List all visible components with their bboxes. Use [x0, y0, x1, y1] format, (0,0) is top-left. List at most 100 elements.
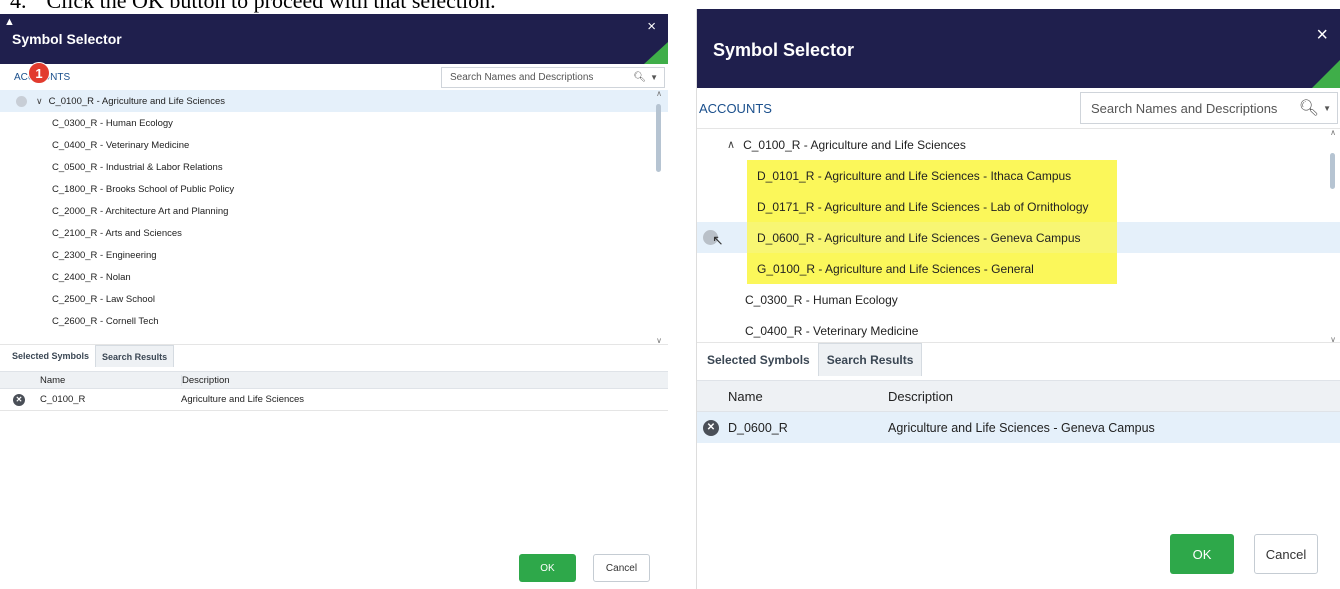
tree-item-label: C_0500_R - Industrial & Labor Relations	[52, 161, 223, 173]
symbol-selector-dialog-after: Symbol Selector × ACCOUNTS Search Names …	[696, 9, 1340, 589]
column-header-description: Description	[888, 388, 954, 404]
tree-item[interactable]: C_0500_R - Industrial & Labor Relations	[0, 156, 668, 178]
tab-selected-symbols[interactable]: Selected Symbols	[699, 343, 818, 376]
add-icon[interactable]	[16, 95, 27, 107]
instruction-caption: 4. Click the OK button to proceed with th…	[10, 0, 496, 12]
tree-item-label: D_0101_R - Agriculture and Life Sciences…	[757, 168, 1072, 183]
corner-accent	[1312, 60, 1340, 88]
search-input[interactable]: Search Names and Descriptions 🔍︎ ▼	[1080, 92, 1338, 124]
accounts-tree: ∧ C_0100_R - Agriculture and Life Scienc…	[697, 128, 1340, 343]
tree-item-child[interactable]: D_0171_R - Agriculture and Life Sciences…	[697, 191, 1340, 222]
tree-item-child[interactable]: D_0101_R - Agriculture and Life Sciences…	[697, 160, 1340, 191]
tree-item[interactable]: C_2000_R - Architecture Art and Planning	[0, 200, 668, 222]
tree-item-label: C_2100_R - Arts and Sciences	[52, 227, 182, 239]
chevron-down-icon[interactable]: ▼	[1323, 104, 1331, 113]
grid-header: Name Description	[0, 371, 668, 389]
tree-item[interactable]: C_2100_R - Arts and Sciences	[0, 222, 668, 244]
tree-item[interactable]: C_0400_R - Veterinary Medicine	[0, 134, 668, 156]
chevron-down-icon[interactable]: ▼	[650, 73, 658, 82]
selected-symbols-grid: Name Description ✕ C_0100_R Agriculture …	[0, 371, 668, 411]
cancel-button[interactable]: Cancel	[1254, 534, 1318, 574]
column-header-description: Description	[181, 374, 230, 386]
dialog-title: Symbol Selector	[713, 40, 855, 60]
tree-item[interactable]: C_0300_R - Human Ecology	[0, 112, 668, 134]
chevron-up-icon[interactable]: ∧	[727, 138, 735, 151]
tree-item-label: C_0400_R - Veterinary Medicine	[52, 139, 190, 151]
chevron-down-icon[interactable]: ∨	[36, 96, 43, 107]
search-placeholder: Search Names and Descriptions	[450, 72, 594, 83]
tab-search-results[interactable]: Search Results	[817, 343, 923, 376]
column-header-name: Name	[40, 374, 66, 386]
tree-item-label: C_0100_R - Agriculture and Life Sciences	[48, 95, 225, 107]
tree-item-label: C_2500_R - Law School	[52, 293, 155, 305]
tree-item-child-selected[interactable]: ↖ D_0600_R - Agriculture and Life Scienc…	[697, 222, 1340, 253]
tree-item[interactable]: C_2600_R - Cornell Tech	[0, 310, 668, 332]
accounts-tree: ∨ C_0100_R - Agriculture and Life Scienc…	[0, 90, 668, 345]
tree-item-label: C_0400_R - Veterinary Medicine	[745, 323, 919, 338]
step-text: Click the OK button to proceed with that…	[46, 0, 496, 13]
row-description: Agriculture and Life Sciences	[181, 394, 305, 405]
tree-scrollbar[interactable]: ∧ ∨	[1328, 129, 1338, 343]
dialog-titlebar: Symbol Selector ×	[697, 9, 1340, 88]
corner-accent	[644, 42, 668, 64]
tree-item-label: C_0300_R - Human Ecology	[52, 117, 173, 129]
row-name: D_0600_R	[728, 420, 788, 435]
search-icon[interactable]: 🔍︎	[633, 72, 646, 83]
grid-header: Name Description	[697, 380, 1340, 412]
dialog-titlebar: ▲ Symbol Selector ×	[0, 14, 668, 64]
chevron-up-icon[interactable]: ∧	[654, 90, 664, 98]
row-description: Agriculture and Life Sciences - Geneva C…	[888, 420, 1155, 435]
search-input[interactable]: Search Names and Descriptions 🔍︎ ▼	[441, 67, 665, 88]
table-row: ✕ D_0600_R Agriculture and Life Sciences…	[697, 412, 1340, 443]
tree-item-label: C_1800_R - Brooks School of Public Polic…	[52, 183, 235, 195]
tab-search-results[interactable]: Search Results	[95, 345, 175, 367]
tree-item[interactable]: C_2400_R - Nolan	[0, 266, 668, 288]
close-button[interactable]: ×	[1316, 25, 1328, 45]
tree-item-label: D_0171_R - Agriculture and Life Sciences…	[757, 199, 1089, 214]
dialog-title: Symbol Selector	[12, 31, 122, 47]
close-button[interactable]: ×	[647, 19, 656, 34]
chevron-down-icon[interactable]: ∨	[1328, 336, 1338, 343]
row-name: C_0100_R	[40, 394, 86, 405]
tree-item-label: D_0600_R - Agriculture and Life Sciences…	[757, 230, 1081, 245]
chevron-down-icon[interactable]: ∨	[654, 337, 664, 345]
tree-item-label: C_2400_R - Nolan	[52, 271, 131, 283]
remove-icon[interactable]: ✕	[703, 419, 719, 436]
result-tabs: Selected Symbols Search Results	[6, 345, 175, 367]
symbol-selector-dialog-before: ▲ Symbol Selector × ACCOUNTS 1 Search Na…	[0, 14, 668, 589]
cancel-button[interactable]: Cancel	[593, 554, 650, 582]
mouse-pointer-icon: ▲	[4, 16, 15, 28]
ok-button[interactable]: OK	[1170, 534, 1234, 574]
column-header-name: Name	[728, 388, 763, 404]
tree-item[interactable]: C_0300_R - Human Ecology	[697, 284, 1340, 315]
tree-item-label: C_2300_R - Engineering	[52, 249, 157, 261]
tree-header: ACCOUNTS Search Names and Descriptions 🔍…	[697, 88, 1340, 128]
tree-item-parent[interactable]: ∧ C_0100_R - Agriculture and Life Scienc…	[697, 129, 1340, 160]
chevron-up-icon[interactable]: ∧	[1328, 129, 1338, 137]
tree-item-label: C_0300_R - Human Ecology	[745, 292, 898, 307]
step-number: 4.	[10, 0, 27, 13]
tab-selected-symbols[interactable]: Selected Symbols	[6, 345, 95, 367]
tree-scrollbar[interactable]: ∧ ∨	[654, 90, 664, 345]
search-icon[interactable]: 🔍︎	[1299, 98, 1319, 118]
table-row: ✕ C_0100_R Agriculture and Life Sciences	[0, 389, 668, 411]
tree-item-child[interactable]: G_0100_R - Agriculture and Life Sciences…	[697, 253, 1340, 284]
result-tabs: Selected Symbols Search Results	[699, 343, 923, 376]
tree-item-label: C_2600_R - Cornell Tech	[52, 315, 159, 327]
search-placeholder: Search Names and Descriptions	[1091, 100, 1278, 116]
tree-item[interactable]: C_1800_R - Brooks School of Public Polic…	[0, 178, 668, 200]
step-badge: 1	[28, 62, 50, 84]
scroll-thumb[interactable]	[1330, 153, 1335, 189]
remove-icon[interactable]: ✕	[13, 393, 25, 406]
tree-item-label: G_0100_R - Agriculture and Life Sciences…	[757, 261, 1034, 276]
accounts-label: ACCOUNTS	[699, 100, 772, 116]
tree-item-label: C_2000_R - Architecture Art and Planning	[52, 205, 229, 217]
scroll-thumb[interactable]	[656, 104, 661, 172]
tree-item[interactable]: C_0400_R - Veterinary Medicine	[697, 315, 1340, 342]
ok-button[interactable]: OK	[519, 554, 576, 582]
tree-item[interactable]: C_2500_R - Law School	[0, 288, 668, 310]
tree-item[interactable]: C_2300_R - Engineering	[0, 244, 668, 266]
tree-item-label: C_0100_R - Agriculture and Life Sciences	[743, 137, 966, 152]
selected-symbols-grid: Name Description ✕ D_0600_R Agriculture …	[697, 380, 1340, 443]
tree-item-parent[interactable]: ∨ C_0100_R - Agriculture and Life Scienc…	[0, 90, 668, 112]
